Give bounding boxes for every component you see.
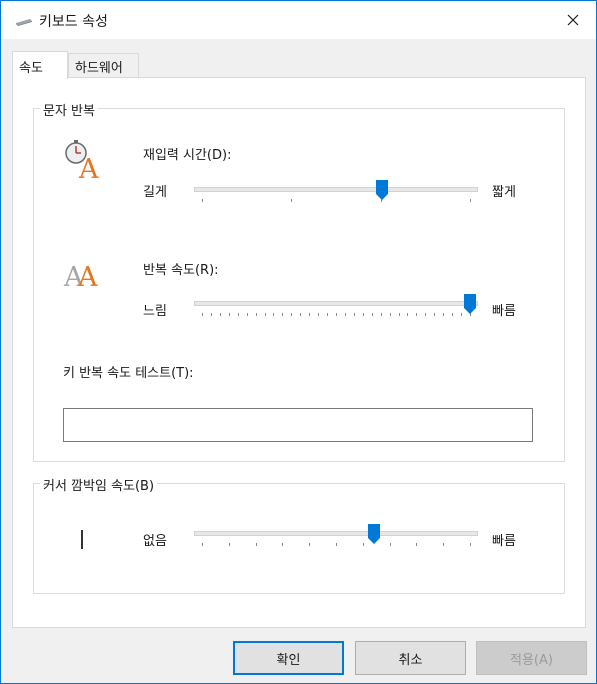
slider-tick	[416, 543, 418, 546]
slider-tick	[389, 313, 391, 316]
slider-tick	[353, 313, 355, 316]
slider-tick	[210, 313, 212, 316]
slider-tick	[336, 313, 337, 316]
repeat-rate-min-label: 느림	[143, 304, 167, 319]
cancel-button[interactable]: 취소	[355, 641, 466, 675]
slider-tick	[398, 313, 400, 316]
slider-tick	[452, 313, 454, 316]
repeat-test-input[interactable]	[63, 408, 533, 442]
slider-tick	[202, 199, 203, 202]
slider-tick	[282, 313, 284, 316]
slider-tick	[228, 313, 230, 316]
svg-text:A: A	[77, 262, 98, 288]
repeat-delay-label: 재입력 시간(D):	[143, 148, 232, 163]
slider-tick	[219, 313, 221, 316]
slider-tick	[362, 313, 364, 316]
cursor-blink-ticks	[194, 543, 478, 547]
speed-panel: 문자 반복 A 재입력 시간(D): 길게 짧게 A A 반복 속도(R): 느…	[12, 77, 586, 628]
cursor-blink-max-label: 빠름	[492, 534, 516, 549]
slider-tick	[362, 543, 364, 546]
slider-tick	[336, 543, 337, 546]
slider-tick	[282, 543, 284, 546]
slider-tick	[255, 313, 257, 316]
repeat-rate-track	[194, 301, 478, 306]
window-title: 키보드 속성	[39, 14, 108, 30]
slider-tick	[202, 543, 203, 546]
slider-tick	[202, 313, 203, 316]
repeat-delay-max-label: 짧게	[492, 185, 516, 200]
cursor-blink-thumb[interactable]	[367, 524, 380, 544]
keyboard-icon	[14, 11, 34, 29]
slider-tick	[461, 313, 463, 316]
slider-tick	[228, 543, 230, 546]
repeat-delay-ticks	[194, 199, 478, 203]
repeat-test-label: 키 반복 속도 테스트(T):	[63, 366, 194, 381]
slider-tick	[291, 199, 293, 202]
repeat-rate-thumb[interactable]	[464, 294, 476, 314]
title-bar[interactable]: 키보드 속성	[1, 1, 596, 39]
slider-tick	[416, 313, 418, 316]
keyboard-properties-dialog: 키보드 속성 속도 하드웨어 문자 반복 A 재입력 시간(D): 길게 짧게 …	[0, 0, 597, 684]
slider-tick	[371, 313, 373, 316]
repeat-delay-min-label: 길게	[143, 185, 167, 200]
cursor-blink-preview	[81, 530, 83, 549]
slider-tick	[389, 543, 391, 546]
slider-tick	[434, 313, 436, 316]
repeat-delay-slider[interactable]	[194, 180, 478, 208]
apply-button[interactable]: 적용(A)	[476, 641, 587, 675]
repeat-delay-icon: A	[63, 138, 103, 185]
slider-tick	[255, 543, 257, 546]
slider-tick	[470, 199, 471, 202]
slider-tick	[443, 543, 445, 546]
repeat-rate-max-label: 빠름	[492, 304, 516, 319]
slider-tick	[300, 313, 302, 316]
repeat-delay-thumb[interactable]	[375, 180, 388, 200]
slider-tick	[344, 313, 346, 316]
char-repeat-group-label: 문자 반복	[40, 100, 98, 119]
slider-tick	[264, 313, 266, 316]
slider-tick	[327, 313, 329, 316]
repeat-rate-ticks	[194, 313, 478, 317]
repeat-rate-icon: A A	[63, 258, 105, 293]
slider-tick	[380, 313, 382, 316]
slider-tick	[273, 313, 275, 316]
repeat-rate-label: 반복 속도(R):	[143, 263, 219, 278]
tab-speed[interactable]: 속도	[12, 51, 68, 79]
ok-button[interactable]: 확인	[233, 641, 344, 675]
close-icon	[567, 14, 579, 26]
tab-hardware[interactable]: 하드웨어	[68, 53, 139, 78]
close-button[interactable]	[550, 1, 596, 39]
repeat-rate-slider[interactable]	[194, 294, 478, 322]
svg-text:A: A	[78, 154, 99, 180]
slider-tick	[407, 313, 409, 316]
slider-tick	[425, 313, 427, 316]
slider-tick	[246, 313, 248, 316]
slider-tick	[291, 313, 293, 316]
cursor-blink-slider[interactable]	[194, 524, 478, 552]
cursor-blink-group-label: 커서 깜박임 속도(B)	[40, 475, 158, 494]
cursor-blink-min-label: 없음	[143, 534, 167, 549]
slider-tick	[470, 543, 471, 546]
slider-tick	[318, 313, 320, 316]
slider-tick	[309, 543, 311, 546]
repeat-delay-track	[194, 187, 478, 192]
cursor-blink-track	[194, 531, 478, 536]
slider-tick	[309, 313, 311, 316]
slider-tick	[237, 313, 239, 316]
slider-tick	[443, 313, 445, 316]
